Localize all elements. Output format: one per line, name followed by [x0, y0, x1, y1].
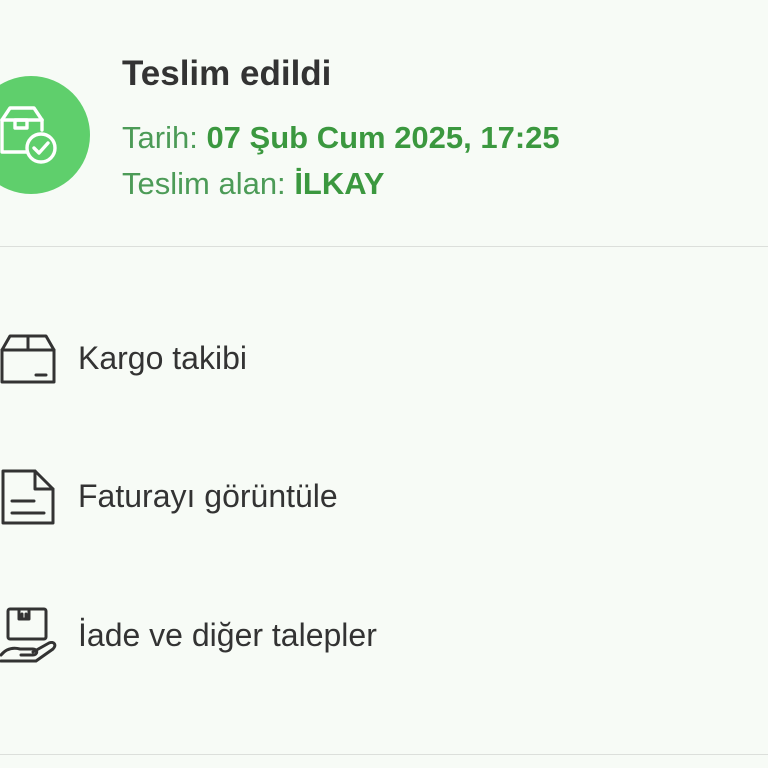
view-invoice-button[interactable]: Faturayı görüntüle [0, 446, 768, 546]
cargo-tracking-label: Kargo takibi [78, 340, 247, 376]
status-title: Teslim edildi [122, 54, 332, 93]
invoice-icon [1, 469, 55, 525]
cargo-tracking-button[interactable]: Kargo takibi [0, 308, 768, 408]
return-requests-button[interactable]: İade ve diğer talepler [0, 585, 768, 685]
box-icon [0, 334, 56, 384]
delivery-status-section: Teslim edildi Tarih: 07 Şub Cum 2025, 17… [0, 0, 768, 247]
package-check-icon [0, 106, 57, 164]
date-label: Tarih: [122, 120, 198, 155]
date-value: 07 Şub Cum 2025, 17:25 [206, 120, 560, 155]
delivered-status-circle [0, 76, 90, 194]
return-hand-icon [0, 607, 57, 663]
divider [0, 754, 768, 755]
view-invoice-label: Faturayı görüntüle [78, 478, 338, 514]
delivery-receiver: Teslim alan: İLKAY [122, 166, 384, 202]
receiver-value: İLKAY [294, 166, 385, 201]
delivery-date: Tarih: 07 Şub Cum 2025, 17:25 [122, 120, 560, 156]
return-requests-label: İade ve diğer talepler [78, 617, 377, 653]
receiver-label: Teslim alan: [122, 166, 286, 201]
